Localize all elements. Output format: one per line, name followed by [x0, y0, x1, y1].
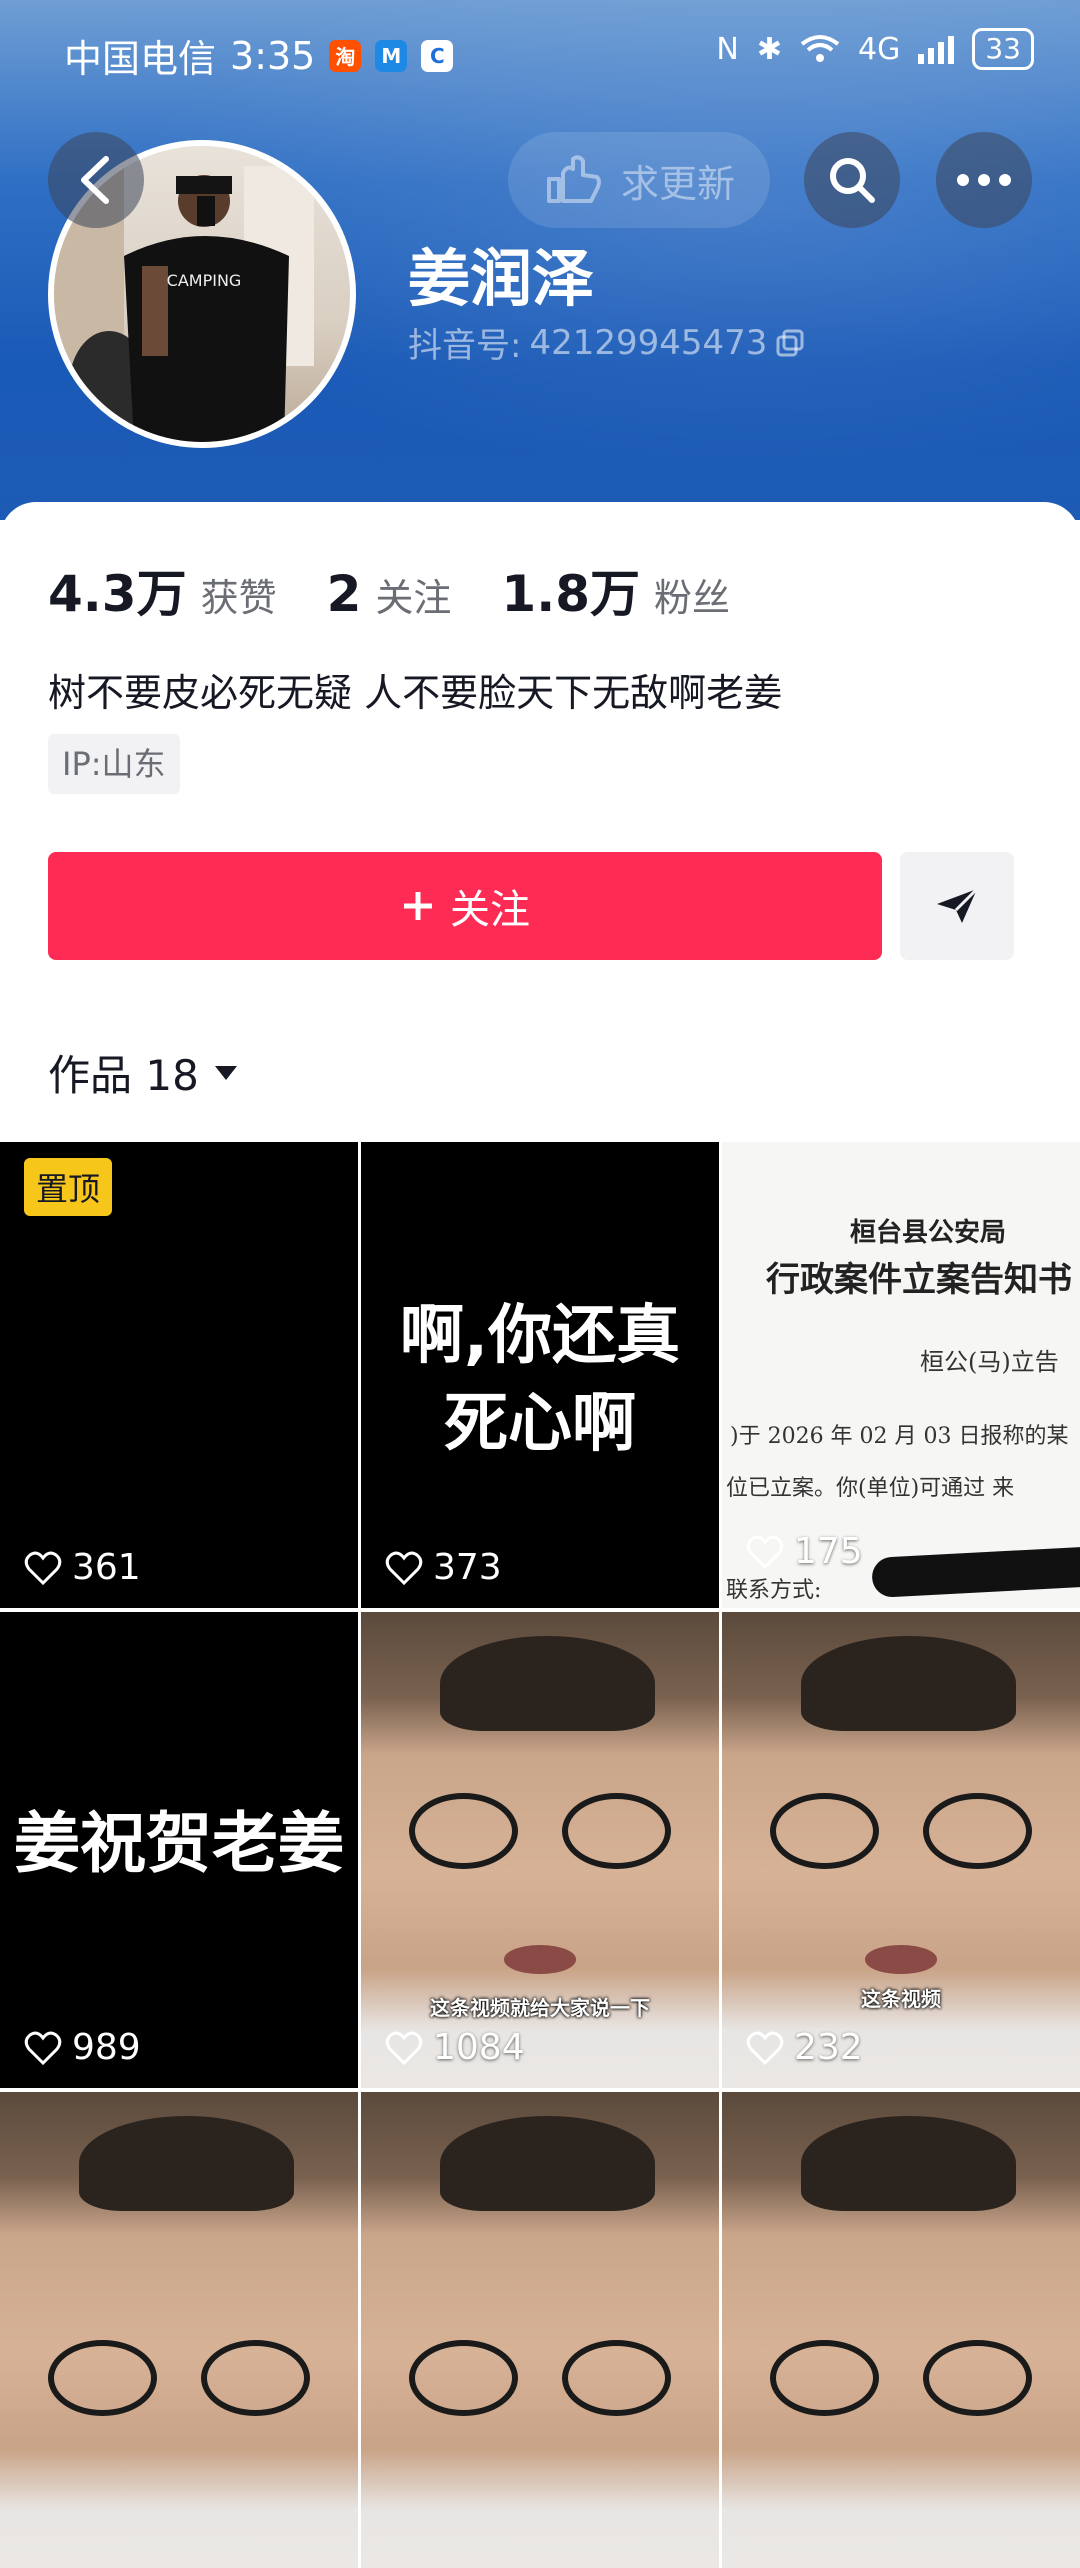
- video-likes: 1084: [385, 2027, 525, 2068]
- more-dots-icon: [957, 174, 1011, 186]
- chevron-left-icon: [81, 156, 109, 204]
- video-thumbnail-hair: [439, 1635, 655, 1731]
- copy-icon[interactable]: [775, 328, 805, 358]
- taobao-icon: 淘: [329, 39, 362, 72]
- video-thumbnail-hair: [439, 2115, 655, 2211]
- status-bar: 中国电信 3:35 淘 M C N ✱ 4G 33: [0, 22, 1080, 82]
- follow-label: 关注: [450, 887, 530, 933]
- works-tab[interactable]: 作品 18: [48, 1042, 239, 1103]
- video-likes: 989: [24, 2027, 141, 2068]
- video-tile[interactable]: 这条视频就给大家说一下 1084: [361, 1612, 719, 2088]
- followers-label: 粉丝: [653, 576, 730, 620]
- video-thumbnail-hair: [800, 2115, 1016, 2211]
- network-type: 4G: [858, 31, 901, 67]
- signal-icon: [918, 36, 955, 64]
- document-line: 位已立案。你(单位)可通过 来: [726, 1476, 1015, 1501]
- video-caption: 这条视频就给大家说一下: [430, 1996, 650, 2021]
- battery-indicator: 33: [972, 28, 1034, 70]
- carrier-label: 中国电信: [64, 37, 217, 81]
- works-label: 作品 18: [48, 1051, 199, 1100]
- video-overlay-text: 姜祝贺老姜: [14, 1805, 344, 1882]
- video-tile[interactable]: 置顶 361: [0, 1132, 358, 1608]
- video-thumbnail-glasses: [765, 2339, 1037, 2416]
- send-icon: [937, 887, 979, 923]
- heart-icon: [24, 2031, 62, 2065]
- document-line: )于 2026 年 02 月 03 日报称的某: [730, 1424, 1069, 1449]
- video-likes-count: 175: [794, 1531, 863, 1572]
- follow-button[interactable]: 关注: [48, 852, 882, 960]
- search-icon: [830, 158, 875, 203]
- app-c-icon: C: [421, 39, 454, 72]
- heart-icon: [24, 1551, 62, 1585]
- app-m-icon: M: [375, 39, 408, 72]
- video-likes-count: 373: [433, 1547, 502, 1588]
- video-thumbnail-glasses: [765, 1792, 1037, 1870]
- video-thumbnail-glasses: [43, 2339, 315, 2416]
- heart-icon: [746, 1535, 784, 1569]
- document-org: 桓台县公安局: [850, 1218, 1007, 1248]
- video-tile[interactable]: 姜祝贺老姜 989: [0, 1612, 358, 2088]
- video-thumbnail-glasses: [404, 1792, 676, 1870]
- video-likes-count: 232: [794, 2027, 863, 2068]
- video-likes: 373: [385, 1547, 502, 1588]
- wifi-icon: [800, 35, 840, 62]
- search-button[interactable]: [804, 132, 900, 228]
- document-title: 行政案件立案告知书: [766, 1260, 1072, 1300]
- redaction-bar: [871, 1546, 1080, 1598]
- video-likes: 175: [746, 1531, 863, 1572]
- hand-pointer-icon: [546, 155, 601, 203]
- video-tile[interactable]: 啊,你还真死心啊 373: [361, 1132, 719, 1608]
- video-tile[interactable]: [361, 2092, 719, 2568]
- video-tile[interactable]: 这条视频 232: [722, 1612, 1080, 2088]
- video-caption: 这条视频: [861, 1986, 941, 2011]
- likes-label: 获赞: [200, 576, 277, 620]
- ip-location-badge: IP:山东: [48, 734, 180, 794]
- request-update-button[interactable]: 求更新: [508, 132, 770, 228]
- video-thumbnail-mouth: [865, 1945, 937, 1974]
- video-grid: 置顶 361 啊,你还真死心啊 373 桓台县公安局 行政案件立案告知书 桓公(…: [0, 1132, 1080, 2568]
- document-code: 桓公(马)立告: [920, 1348, 1059, 1376]
- profile-name: 姜润泽: [408, 242, 595, 315]
- pinned-badge: 置顶: [24, 1158, 113, 1216]
- request-update-label: 求更新: [620, 161, 735, 206]
- video-likes: 232: [746, 2027, 863, 2068]
- video-thumbnail-hair: [78, 2115, 294, 2211]
- video-overlay-text: 啊,你还真死心啊: [399, 1299, 681, 1461]
- douyin-id-label: 抖音号:: [408, 326, 522, 366]
- nfc-icon: N: [716, 31, 739, 67]
- heart-icon: [385, 1551, 423, 1585]
- message-button[interactable]: [900, 852, 1014, 960]
- video-likes-count: 989: [72, 2027, 141, 2068]
- video-likes-count: 1084: [433, 2027, 525, 2068]
- profile-card: 4.3万 获赞 2 关注 1.8万 粉丝 树不要皮必死无疑 人不要脸天下无敌啊老…: [0, 502, 1080, 1142]
- video-tile[interactable]: [722, 2092, 1080, 2568]
- bluetooth-icon: ✱: [756, 31, 783, 67]
- caret-down-icon: [214, 1065, 237, 1080]
- douyin-id: 抖音号: 42129945473: [408, 318, 805, 367]
- bio: 树不要皮必死无疑 人不要脸天下无敌啊老姜: [48, 671, 783, 715]
- following-label: 关注: [375, 576, 452, 620]
- svg-text:CAMPING: CAMPING: [167, 271, 242, 290]
- document-line: 联系方式:: [726, 1578, 822, 1603]
- video-thumbnail-glasses: [404, 2339, 676, 2416]
- douyin-id-value: 42129945473: [529, 322, 768, 363]
- video-tile[interactable]: [0, 2092, 358, 2568]
- video-tile[interactable]: 桓台县公安局 行政案件立案告知书 桓公(马)立告 )于 2026 年 02 月 …: [722, 1132, 1080, 1608]
- plus-icon: [404, 892, 432, 920]
- back-button[interactable]: [48, 132, 144, 228]
- more-button[interactable]: [936, 132, 1032, 228]
- video-likes: 361: [24, 1547, 141, 1588]
- following-count[interactable]: 2: [327, 565, 362, 623]
- video-likes-count: 361: [72, 1547, 141, 1588]
- profile-stats: 4.3万 获赞 2 关注 1.8万 粉丝: [48, 554, 780, 626]
- video-thumbnail-hair: [800, 1635, 1016, 1731]
- heart-icon: [746, 2031, 784, 2065]
- likes-count[interactable]: 4.3万: [48, 554, 187, 626]
- clock: 3:35: [230, 33, 316, 78]
- followers-count[interactable]: 1.8万: [501, 554, 640, 626]
- video-thumbnail-mouth: [504, 1945, 576, 1974]
- heart-icon: [385, 2031, 423, 2065]
